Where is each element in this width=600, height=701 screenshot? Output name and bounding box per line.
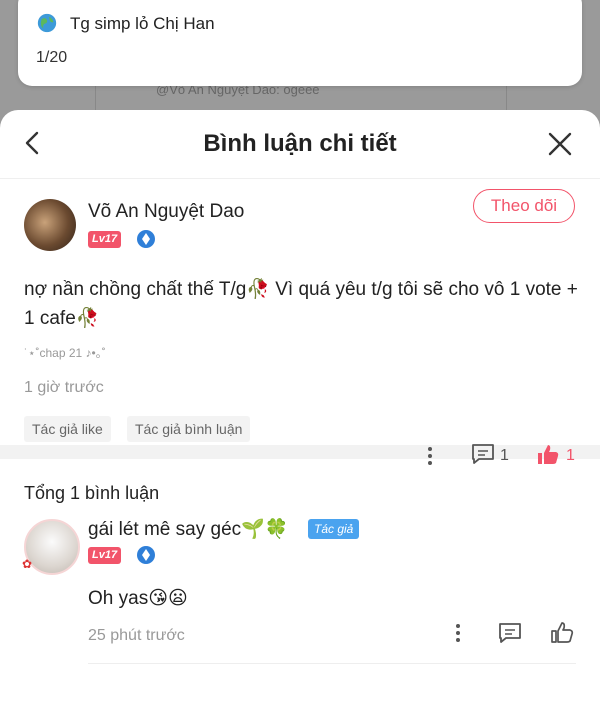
level-badge: Lv17 (88, 231, 122, 248)
more-options-icon[interactable] (427, 446, 433, 466)
reply-more-options-icon[interactable] (455, 623, 461, 643)
author-commented-tag: Tác giả bình luận (127, 416, 251, 442)
reply-level-badge: Lv17 (88, 547, 122, 564)
like-icon[interactable] (536, 443, 560, 465)
sheet-header: Bình luận chi tiết (0, 110, 600, 179)
follow-button[interactable]: Theo dõi (473, 189, 575, 223)
section-divider (0, 445, 600, 459)
author-badge: Tác giả (308, 519, 360, 539)
like-count: 1 (566, 447, 575, 464)
notification-title: Tg simp lỏ Chị Han (70, 14, 215, 33)
comment-username[interactable]: Võ An Nguyệt Dao (88, 201, 244, 223)
comment-chapter-ref: ˙⋆˚chap 21 ♪•｡˚ (24, 346, 106, 360)
author-liked-tag: Tác giả like (24, 416, 111, 442)
reply-username[interactable]: gái lét mê say géc🌱🍀 (88, 517, 288, 541)
avatar-frame-icon: ✿ (22, 557, 33, 571)
close-icon[interactable] (546, 130, 574, 158)
comment-detail-sheet: Bình luận chi tiết Võ An Nguyệt Dao Lv17… (0, 110, 600, 701)
diamond-rank-icon (137, 546, 155, 564)
reply-separator (88, 663, 576, 664)
reply-avatar[interactable] (24, 519, 80, 575)
sheet-title: Bình luận chi tiết (203, 130, 397, 157)
comment-text: nợ nần chồng chất thế T/g🥀 Vì quá yêu t/… (24, 279, 578, 329)
comment-time: 1 giờ trước (24, 379, 104, 396)
comment-icon[interactable] (471, 443, 495, 465)
main-comment: Võ An Nguyệt Dao Lv17 Theo dõi nợ nần ch… (0, 179, 600, 465)
diamond-rank-icon (137, 230, 155, 248)
reply-comment-icon[interactable] (498, 622, 522, 644)
reply-time: 25 phút trước (88, 627, 185, 644)
avatar[interactable] (24, 199, 76, 251)
notification-counter: 1/20 (36, 49, 68, 66)
comment-count: 1 (500, 447, 509, 464)
total-comments-label: Tổng 1 bình luận (24, 483, 160, 503)
reply-like-icon[interactable] (550, 621, 574, 643)
globe-icon (37, 13, 57, 33)
notification-card[interactable]: Tg simp lỏ Chị Han 1/20 (18, 0, 582, 86)
reply-text: Oh yas😘😦 (88, 588, 188, 609)
